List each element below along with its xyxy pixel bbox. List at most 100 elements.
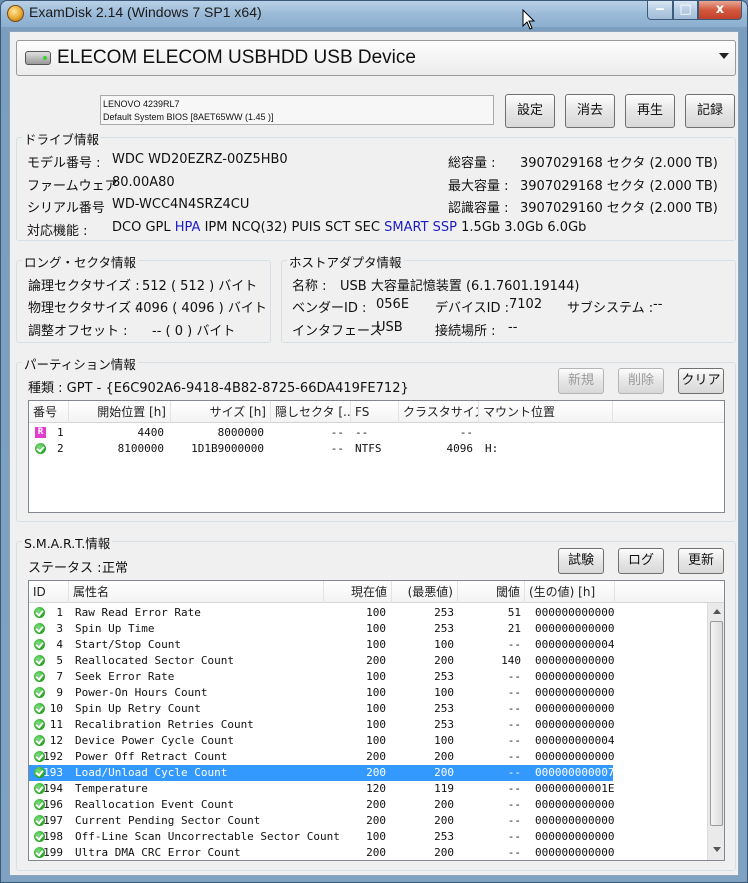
col-current[interactable]: 現在値: [324, 581, 392, 603]
smart-row[interactable]: 7 Seek Error Rate 100 253 -- 000000000000: [29, 669, 615, 685]
features-part-b: IPM NCQ(32) PUIS SCT SEC: [204, 220, 380, 235]
smart-row[interactable]: 194 Temperature 120 119 -- 00000000001E: [29, 781, 615, 797]
partition-hidden: --: [330, 426, 344, 439]
features-label: 対応機能 :: [27, 224, 88, 239]
col-threshold[interactable]: 閾値: [458, 581, 525, 603]
interface-label: インタフェース: [292, 324, 383, 339]
settings-button[interactable]: 設定: [505, 94, 555, 128]
serial-value: WD-WCC4N4SRZ4CU: [112, 197, 250, 212]
clear-button[interactable]: 消去: [565, 94, 615, 128]
recognized-capacity-label: 認識容量 :: [448, 201, 509, 216]
record-button[interactable]: 記録: [685, 94, 735, 128]
smart-row[interactable]: 12 Device Power Cycle Count 100 100 -- 000000…: [29, 733, 614, 749]
smart-threshold: --: [507, 846, 521, 859]
smart-raw: 000000000000: [535, 670, 615, 683]
hdd-icon: [25, 51, 51, 65]
model-label: モデル番号 :: [27, 156, 101, 171]
close-button[interactable]: x: [698, 1, 742, 20]
smart-row[interactable]: 198 Off-Line Scan Uncorrectable Sector Co…: [29, 829, 615, 845]
smart-current: 200: [366, 750, 386, 763]
minimize-button[interactable]: ‒: [647, 1, 673, 20]
col-start[interactable]: 開始位置 [h]: [69, 401, 171, 423]
scroll-up-icon[interactable]: [713, 609, 721, 614]
col-fs[interactable]: FS: [351, 401, 399, 423]
smart-raw: 000000000004: [535, 638, 615, 651]
offset-value: -- ( 0 ) バイト: [152, 324, 236, 339]
smart-worst: 253: [434, 718, 454, 731]
partition-table[interactable]: 番号 開始位置 [h] サイズ [h] 隠しセクタ [... FS クラスタサイ…: [28, 400, 725, 513]
smart-raw: 000000000000: [535, 846, 615, 859]
col-mount[interactable]: マウント位置: [479, 401, 613, 423]
device-selector[interactable]: ELECOM ELECOM USBHDD USB Device: [16, 40, 736, 76]
delete-partition-button[interactable]: 削除: [618, 368, 664, 394]
smart-attribute: Reallocated Sector Count: [75, 654, 234, 667]
smart-worst: 200: [434, 654, 454, 667]
smart-table[interactable]: ID 属性名 現在値 (最悪値) 閾値 (生の値) [h] 1 Raw Read …: [28, 580, 725, 861]
smart-raw: 00000000001E: [535, 782, 615, 795]
smart-row[interactable]: 9 Power-On Hours Count 100 100 -- 00000000000…: [29, 685, 614, 701]
smart-row[interactable]: 11 Recalibration Retries Count 100 253 -- 000…: [29, 717, 614, 733]
new-partition-button[interactable]: 新規: [558, 368, 604, 394]
title-bar[interactable]: ExamDisk 2.14 (Windows 7 SP1 x64) ‒ □ x: [1, 1, 747, 27]
smart-row[interactable]: 1 Raw Read Error Rate 100 253 51 000000000000: [29, 605, 614, 621]
smart-worst: 200: [434, 798, 454, 811]
log-button[interactable]: ログ: [618, 548, 664, 574]
smart-id: 194: [43, 782, 63, 795]
smart-threshold: 51: [507, 606, 521, 619]
smart-scrollbar[interactable]: [707, 603, 724, 860]
smart-row[interactable]: 199 Ultra DMA CRC Error Count 200 200 -- 0000…: [29, 845, 615, 860]
physical-sector-label: 物理セクタサイズ :: [28, 301, 140, 316]
smart-threshold: --: [507, 782, 521, 795]
smart-worst: 119: [434, 782, 454, 795]
smart-row[interactable]: 197 Current Pending Sector Count 200 200 -- 0…: [29, 813, 615, 829]
refresh-button[interactable]: 更新: [678, 548, 724, 574]
smart-worst: 200: [434, 846, 454, 859]
partition-row[interactable]: R 1 4400 8000000 -- -- --: [29, 425, 724, 441]
col-size[interactable]: サイズ [h]: [171, 401, 271, 423]
smart-row[interactable]: 3 Spin Up Time 100 253 21 000000000000: [29, 621, 615, 637]
drive-info-title: ドライブ情報: [22, 129, 102, 148]
smart-row[interactable]: 196 Reallocation Event Count 200 200 -- 00000…: [29, 797, 614, 813]
partition-size: 8000000: [217, 426, 264, 439]
dropdown-arrow-icon[interactable]: [719, 53, 729, 59]
smart-current: 100: [366, 734, 386, 747]
test-button[interactable]: 試験: [558, 548, 604, 574]
clear-partition-button[interactable]: クリア: [678, 368, 724, 394]
bios-info-box: LENOVO 4239RL7 Default System BIOS [8AET…: [100, 95, 494, 125]
smart-raw: 000000000000: [535, 622, 615, 635]
scroll-thumb[interactable]: [710, 621, 723, 826]
smart-id: 199: [43, 846, 63, 859]
logical-sector-label: 論理セクタサイズ :: [28, 279, 140, 294]
smart-row[interactable]: 193 Load/Unload Cycle Count 200 200 -- 000000…: [29, 765, 614, 781]
col-worst[interactable]: (最悪値): [392, 581, 458, 603]
partition-row[interactable]: 2 8100000 1D1B9000000 -- NTFS 4096 H:: [29, 441, 724, 457]
vendor-id-label: ベンダーID :: [292, 301, 367, 316]
recognized-capacity-value: 3907029160 セクタ (2.000 TB): [520, 201, 718, 216]
smart-row[interactable]: 5 Reallocated Sector Count 200 200 140 000000…: [29, 653, 614, 669]
smart-attribute: Raw Read Error Rate: [75, 606, 201, 619]
smart-id: 1: [56, 606, 63, 619]
play-button[interactable]: 再生: [625, 94, 675, 128]
smart-threshold: --: [507, 702, 521, 715]
smart-raw: 000000000000: [535, 814, 615, 827]
logical-sector-value: 512 ( 512 ) バイト: [142, 279, 258, 294]
col-hidden[interactable]: 隠しセクタ [...: [271, 401, 351, 423]
reserved-partition-icon: R: [35, 427, 46, 438]
smart-threshold: --: [507, 686, 521, 699]
long-sector-title: ロング・セクタ情報: [22, 252, 139, 271]
smart-row[interactable]: 192 Power Off Retract Count 200 200 -- 000000…: [29, 749, 614, 765]
maximize-button[interactable]: □: [673, 1, 698, 20]
col-number[interactable]: 番号: [29, 401, 69, 423]
col-raw[interactable]: (生の値) [h]: [525, 581, 615, 603]
device-name: ELECOM ELECOM USBHDD USB Device: [57, 47, 416, 68]
smart-raw: 000000000000: [535, 830, 615, 843]
col-cluster[interactable]: クラスタサイズ: [399, 401, 479, 423]
smart-attribute: Temperature: [75, 782, 148, 795]
smart-row[interactable]: 10 Spin Up Retry Count 100 253 -- 00000000000…: [29, 701, 614, 717]
col-id[interactable]: ID: [29, 581, 69, 603]
device-id-value: 7102: [509, 297, 543, 312]
col-attribute[interactable]: 属性名: [69, 581, 324, 603]
smart-attribute: Current Pending Sector Count: [75, 814, 261, 827]
scroll-down-icon[interactable]: [713, 847, 721, 852]
smart-row[interactable]: 4 Start/Stop Count 100 100 -- 000000000004: [29, 637, 615, 653]
